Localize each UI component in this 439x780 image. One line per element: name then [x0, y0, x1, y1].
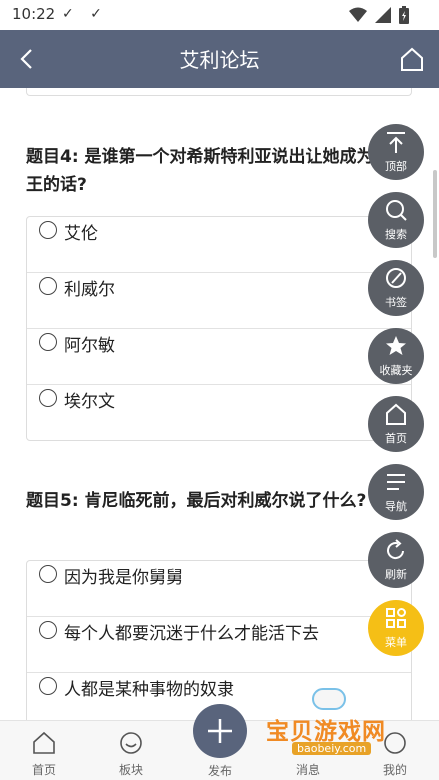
- radio-button[interactable]: [39, 621, 57, 639]
- notification-check-icons: ✓ ✓: [62, 6, 108, 22]
- fab-bookmark-button[interactable]: 书签: [368, 260, 424, 316]
- fab-label: 导航: [385, 500, 407, 513]
- fab-label: 顶部: [385, 160, 407, 173]
- publish-label: 发布: [207, 764, 232, 778]
- option-label: 人都是某种事物的奴隶: [64, 680, 234, 700]
- fab-menu-button[interactable]: 菜单: [368, 600, 424, 656]
- arrow-up-icon: [387, 132, 405, 153]
- home-icon[interactable]: [397, 44, 427, 74]
- tab-label: 首页: [31, 763, 56, 777]
- option-label: 每个人都要沉迷于什么才能活下去: [64, 624, 319, 644]
- chat-smile-icon: [120, 732, 142, 754]
- watermark-logo: 宝贝游戏网 baobeiy.com: [262, 686, 412, 758]
- option-label: 因为我是你舅舅: [64, 568, 183, 588]
- wifi-icon: [349, 7, 367, 22]
- refresh-icon: [387, 539, 404, 560]
- tab-label: 消息: [295, 763, 320, 777]
- tab-label: 板块: [118, 763, 143, 777]
- watermark-url: baobeiy.com: [292, 742, 372, 755]
- radio-button[interactable]: [39, 565, 57, 583]
- home-icon: [33, 731, 55, 754]
- options-list: 艾伦 利威尔 阿尔敏 埃尔文: [26, 216, 412, 441]
- fab-label: 首页: [385, 432, 407, 445]
- option-item[interactable]: 埃尔文: [27, 385, 411, 441]
- publish-button[interactable]: [193, 704, 247, 758]
- fab-label: 收藏夹: [379, 364, 413, 377]
- fab-refresh-button[interactable]: 刷新: [368, 532, 424, 588]
- option-item[interactable]: 利威尔: [27, 273, 411, 329]
- fab-home-button[interactable]: 首页: [368, 396, 424, 452]
- status-icons: [349, 6, 409, 24]
- fab-label: 书签: [385, 296, 407, 309]
- fab-label: 搜索: [385, 228, 407, 241]
- option-label: 艾伦: [64, 224, 98, 244]
- star-icon: [386, 336, 406, 355]
- option-label: 阿尔敏: [64, 336, 115, 356]
- signal-icon: [375, 7, 391, 23]
- question-title: 题目5: 肯尼临死前，最后对利威尔说了什么?: [26, 491, 367, 511]
- option-label: 埃尔文: [64, 392, 115, 412]
- option-item[interactable]: 每个人都要沉迷于什么才能活下去: [27, 617, 411, 673]
- pen-icon: [386, 268, 406, 288]
- battery-icon: [399, 6, 409, 24]
- fab-top-button[interactable]: 顶部: [368, 124, 424, 180]
- option-label: 利威尔: [64, 280, 115, 300]
- search-icon: [386, 200, 407, 221]
- question-title: 题目4: 是谁第一个对希斯特利亚说出让她成为女王的话?: [26, 147, 391, 195]
- option-item[interactable]: 阿尔敏: [27, 329, 411, 385]
- scrollbar[interactable]: [433, 170, 437, 258]
- navbar: 艾利论坛: [0, 30, 439, 88]
- fab-search-button[interactable]: 搜索: [368, 192, 424, 248]
- page-title: 艾利论坛: [179, 48, 260, 72]
- status-bar: 10:22 ✓ ✓: [0, 0, 439, 30]
- fab-nav-button[interactable]: 导航: [368, 464, 424, 520]
- gamepad-icon: [312, 688, 346, 710]
- tab-boards[interactable]: 板块: [101, 721, 161, 780]
- fab-label: 菜单: [385, 636, 407, 649]
- radio-button[interactable]: [39, 389, 57, 407]
- radio-button[interactable]: [39, 333, 57, 351]
- fab-label: 刷新: [385, 568, 407, 581]
- grid-icon: [386, 608, 406, 628]
- status-time: 10:22: [12, 5, 56, 23]
- option-item[interactable]: 因为我是你舅舅: [27, 561, 411, 617]
- radio-button[interactable]: [39, 221, 57, 239]
- tab-label: 我的: [382, 763, 407, 777]
- previous-options-box: [26, 88, 412, 96]
- watermark-title: 宝贝游戏网: [266, 719, 386, 745]
- plus-icon: [208, 719, 232, 743]
- home-icon: [386, 403, 406, 425]
- option-item[interactable]: 艾伦: [27, 217, 411, 273]
- tab-home[interactable]: 首页: [14, 721, 74, 780]
- radio-button[interactable]: [39, 277, 57, 295]
- menu-lines-icon: [387, 474, 405, 490]
- fab-favorites-button[interactable]: 收藏夹: [368, 328, 424, 384]
- radio-button[interactable]: [39, 677, 57, 695]
